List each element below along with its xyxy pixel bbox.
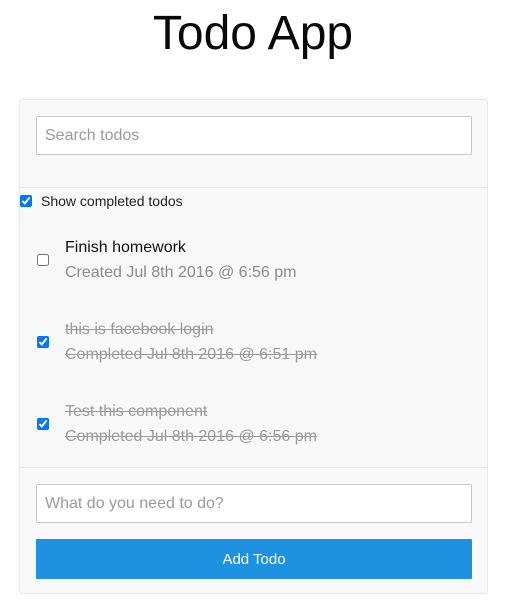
add-todo-button[interactable]: Add Todo [36, 539, 472, 579]
search-input[interactable] [36, 116, 472, 155]
search-field-wrapper [36, 116, 472, 155]
divider-bottom [20, 467, 487, 468]
todo-timestamp: Completed Jul 8th 2016 @ 6:56 pm [65, 428, 317, 445]
todo-timestamp: Completed Jul 8th 2016 @ 6:51 pm [65, 346, 317, 363]
page: Todo App Add Todo Show completed todos F… [0, 0, 506, 610]
todo-checkbox[interactable] [37, 254, 49, 266]
show-completed-checkbox[interactable] [20, 195, 32, 207]
page-title: Todo App [152, 7, 354, 60]
todo-timestamp: Created Jul 8th 2016 @ 6:56 pm [65, 264, 297, 281]
todo-text: Test this component [65, 403, 208, 420]
todo-item[interactable]: Finish homework Created Jul 8th 2016 @ 6… [19, 229, 488, 289]
add-todo-field-wrapper [36, 484, 472, 523]
show-completed-toggle[interactable]: Show completed todos [20, 193, 183, 209]
todo-text: this is facebook login [65, 321, 214, 338]
todo-checkbox[interactable] [37, 418, 49, 430]
new-todo-input[interactable] [36, 484, 472, 523]
show-completed-label[interactable]: Show completed todos [41, 193, 183, 209]
todo-item[interactable]: this is facebook login Completed Jul 8th… [19, 311, 488, 371]
todo-text: Finish homework [65, 239, 186, 256]
divider-top [20, 187, 487, 188]
todo-checkbox[interactable] [37, 336, 49, 348]
todo-item[interactable]: Test this component Completed Jul 8th 20… [19, 393, 488, 453]
